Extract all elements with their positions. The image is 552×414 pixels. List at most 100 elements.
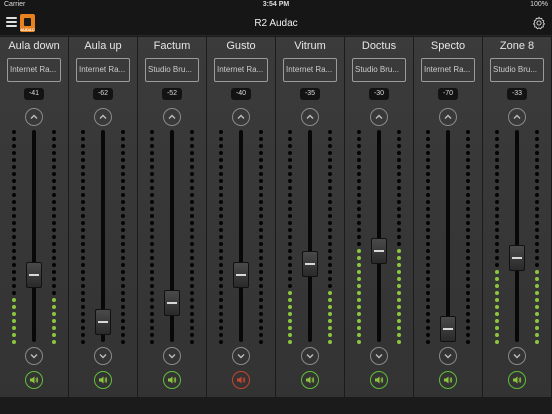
volume-up-button[interactable] [232,108,250,126]
fader-knob[interactable] [26,262,42,289]
volume-up-button[interactable] [25,108,43,126]
vu-dot [190,312,194,316]
fader-knob[interactable] [164,289,180,316]
vu-dot [397,130,401,134]
vu-dot [288,144,292,148]
vu-dot [357,193,361,197]
channel-name[interactable]: Gusto [207,40,275,52]
vu-dot [52,249,56,253]
fader-knob[interactable] [95,308,111,335]
vu-dot [328,277,332,281]
volume-db-readout: -30 [369,88,389,100]
vu-dot [466,333,470,337]
volume-down-button[interactable] [370,347,388,365]
vu-dot [357,144,361,148]
vu-dot [12,214,16,218]
mute-button[interactable] [370,371,388,389]
channel-name[interactable]: Specto [414,40,482,52]
fader-track[interactable] [515,130,519,342]
channel-strip: Gusto Internet Ra... -40 [207,37,275,397]
fader-track[interactable] [377,130,381,342]
vu-dot [52,340,56,344]
channel-name[interactable]: Doctus [345,40,413,52]
fader-knob[interactable] [302,250,318,277]
mute-button[interactable] [439,371,457,389]
channel-name[interactable]: Vitrum [276,40,344,52]
vu-dot [397,221,401,225]
channel-strip: Aula down Internet Ra... -41 [0,37,68,397]
vu-dot [495,284,499,288]
volume-down-button[interactable] [163,347,181,365]
volume-up-button[interactable] [301,108,319,126]
vu-dot [535,193,539,197]
mute-button[interactable] [94,371,112,389]
vu-dot [190,291,194,295]
source-selector[interactable]: Internet Ra... [76,58,130,82]
mute-button[interactable] [232,371,250,389]
volume-down-button[interactable] [232,347,250,365]
fader-track[interactable] [32,130,36,342]
vu-dot [121,151,125,155]
volume-up-button[interactable] [94,108,112,126]
volume-down-button[interactable] [25,347,43,365]
volume-down-button[interactable] [301,347,319,365]
vu-dot [81,200,85,204]
source-selector[interactable]: Studio Bru... [352,58,406,82]
fader-track[interactable] [446,130,450,342]
vu-dot [357,172,361,176]
mute-button[interactable] [508,371,526,389]
mute-button[interactable] [25,371,43,389]
source-selector[interactable]: Internet Ra... [7,58,61,82]
volume-down-button[interactable] [508,347,526,365]
source-selector[interactable]: Studio Bru... [145,58,199,82]
vu-dot [288,298,292,302]
source-selector[interactable]: Studio Bru... [490,58,544,82]
vu-dot [426,179,430,183]
vu-dot [259,200,263,204]
fader-knob[interactable] [233,262,249,289]
source-selector[interactable]: Internet Ra... [283,58,337,82]
vu-dot [535,249,539,253]
vu-dot [81,151,85,155]
vu-dot [259,312,263,316]
vu-dot [259,256,263,260]
vu-dot [535,333,539,337]
vu-dot [535,284,539,288]
vu-dot [219,172,223,176]
vu-dot [535,326,539,330]
vu-dot [357,291,361,295]
speaker-icon [30,376,39,384]
vu-dot [397,291,401,295]
vu-dot [52,207,56,211]
fader-knob[interactable] [509,245,525,272]
vu-dot [12,277,16,281]
fader-track[interactable] [239,130,243,342]
vu-dot [495,312,499,316]
fader-knob[interactable] [371,237,387,264]
source-selector[interactable]: Internet Ra... [214,58,268,82]
channel-name[interactable]: Aula up [69,40,137,52]
mute-button[interactable] [163,371,181,389]
vu-dot [426,137,430,141]
volume-up-button[interactable] [163,108,181,126]
vu-dot [12,207,16,211]
channel-name[interactable]: Factum [138,40,206,52]
fader-knob[interactable] [440,316,456,342]
volume-up-button[interactable] [508,108,526,126]
vu-dot [219,333,223,337]
vu-dot [535,242,539,246]
mute-button[interactable] [301,371,319,389]
source-selector[interactable]: Internet Ra... [421,58,475,82]
vu-dot [219,312,223,316]
vu-dot [121,326,125,330]
volume-down-button[interactable] [94,347,112,365]
vu-dot [190,242,194,246]
vu-dot [426,277,430,281]
channel-name[interactable]: Zone 8 [483,40,551,52]
fader-track[interactable] [308,130,312,342]
volume-up-button[interactable] [439,108,457,126]
volume-down-button[interactable] [439,347,457,365]
gear-icon[interactable] [532,16,546,30]
channel-name[interactable]: Aula down [0,40,68,52]
volume-up-button[interactable] [370,108,388,126]
